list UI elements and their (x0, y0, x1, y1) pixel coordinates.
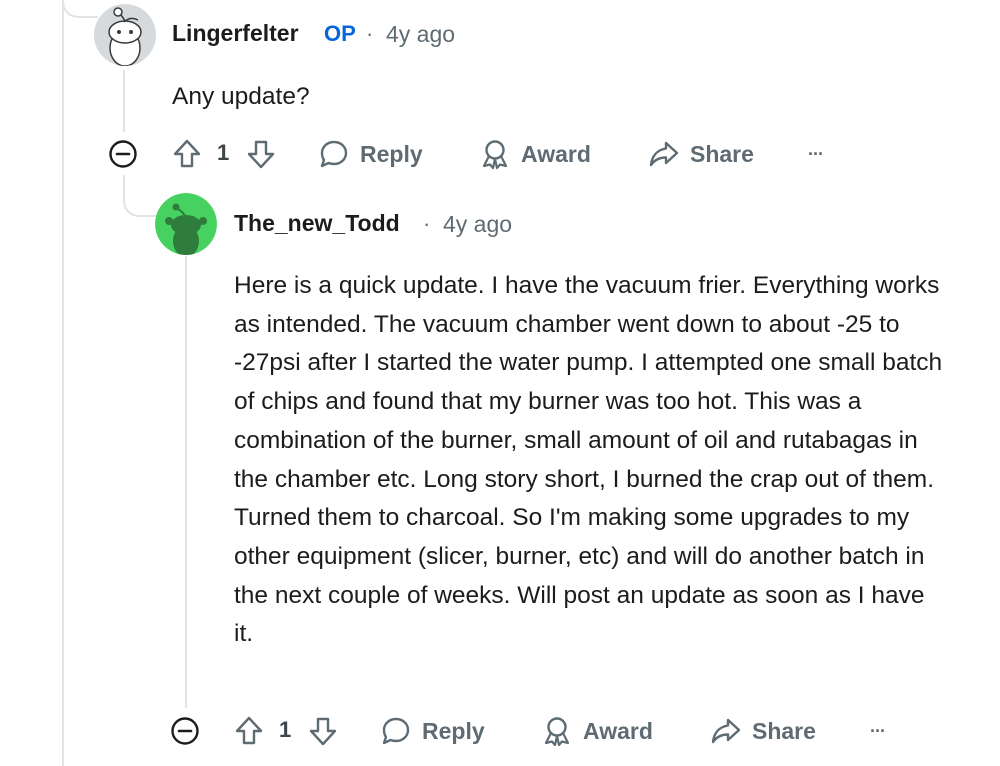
avatar[interactable] (94, 4, 156, 66)
arrow-down-icon (309, 717, 337, 746)
thread-line-top-connector (62, 0, 98, 18)
minus-circle-icon (109, 140, 137, 168)
meta-separator: · (366, 21, 374, 46)
more-options-button[interactable]: ··· (870, 711, 886, 751)
vote-count: 1 (279, 717, 292, 742)
avatar[interactable] (155, 193, 217, 255)
award-label: Award (583, 717, 653, 744)
arrow-up-icon (173, 139, 201, 168)
reply-button[interactable]: Reply (318, 134, 423, 174)
thread-line-comment1[interactable] (123, 70, 125, 132)
reply-label: Reply (422, 717, 485, 744)
share-label: Share (752, 717, 816, 744)
collapse-button[interactable] (108, 134, 138, 174)
upvote-button[interactable] (234, 711, 264, 751)
award-button[interactable]: Award (479, 134, 591, 174)
upvote-button[interactable] (172, 134, 202, 174)
op-badge: OP (324, 21, 356, 46)
comment-author[interactable]: Lingerfelter (172, 20, 299, 47)
ellipsis-icon: ··· (808, 143, 824, 164)
speech-bubble-icon (382, 717, 410, 745)
share-button[interactable]: Share (648, 134, 754, 174)
snoo-avatar-icon (94, 4, 156, 66)
award-button[interactable]: Award (541, 711, 653, 751)
share-arrow-icon (649, 141, 679, 167)
speech-bubble-icon (320, 140, 348, 168)
reply-button[interactable]: Reply (380, 711, 485, 751)
thread-line-outer[interactable] (62, 0, 64, 766)
minus-circle-icon (171, 717, 199, 745)
award-ribbon-icon (482, 140, 508, 170)
ellipsis-icon: ··· (870, 720, 886, 741)
thread-line-reply-connector (123, 175, 157, 217)
snoo-avatar-icon (155, 193, 217, 255)
meta-separator: · (423, 211, 431, 236)
comment-body: Here is a quick update. I have the vacuu… (234, 272, 943, 648)
share-button[interactable]: Share (710, 711, 816, 751)
reply-label: Reply (360, 140, 423, 167)
share-arrow-icon (711, 718, 741, 744)
vote-count: 1 (217, 140, 230, 165)
arrow-up-icon (235, 716, 263, 745)
award-ribbon-icon (544, 717, 570, 747)
award-label: Award (521, 140, 591, 167)
comment-timestamp[interactable]: 4y ago (386, 21, 455, 48)
share-label: Share (690, 140, 754, 167)
comment-timestamp[interactable]: 4y ago (443, 211, 512, 238)
downvote-button[interactable] (246, 134, 276, 174)
comment-actions: 1 Reply Award Share ··· (108, 134, 848, 174)
collapse-button[interactable] (170, 711, 200, 751)
thread-line-comment2[interactable] (185, 256, 187, 708)
arrow-down-icon (247, 140, 275, 169)
comment-actions: 1 Reply Award Share ··· (170, 711, 910, 751)
more-options-button[interactable]: ··· (808, 134, 824, 174)
downvote-button[interactable] (308, 711, 338, 751)
comment-author[interactable]: The_new_Todd (234, 210, 400, 237)
comment-body: Any update? (172, 83, 310, 110)
